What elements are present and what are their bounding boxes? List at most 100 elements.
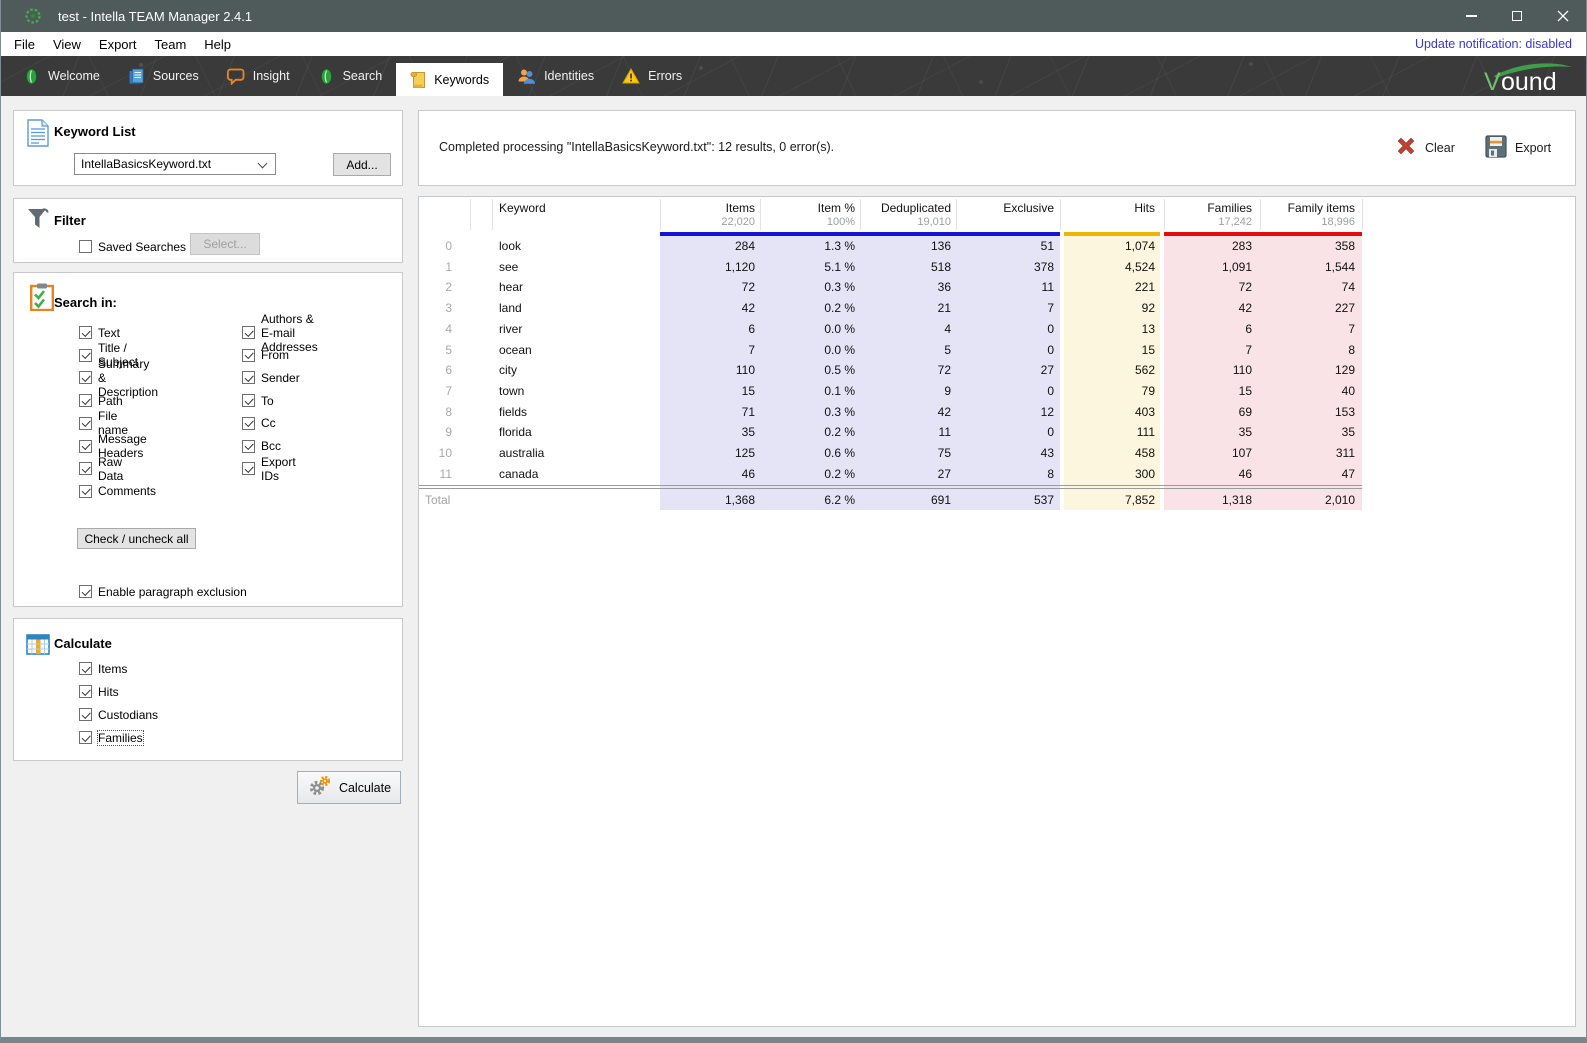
checkbox-box[interactable] <box>79 462 92 475</box>
checkbox-box[interactable] <box>79 240 92 253</box>
column-header-items[interactable]: Items22,020 <box>660 197 755 232</box>
column-header-hits[interactable]: Hits <box>1064 197 1155 232</box>
column-header-family-items[interactable]: Family items18,996 <box>1264 197 1355 232</box>
speech-bubble-icon <box>227 68 245 85</box>
checkbox-items[interactable]: Items <box>79 661 127 676</box>
checkbox-box[interactable] <box>79 326 92 339</box>
checkbox-box[interactable] <box>79 394 92 407</box>
checkbox-box[interactable] <box>242 462 255 475</box>
checkbox-box[interactable] <box>79 731 92 744</box>
checkbox-box[interactable] <box>79 708 92 721</box>
checkbox-message-headers[interactable]: Message Headers <box>79 439 147 454</box>
column-header-families[interactable]: Families17,242 <box>1164 197 1252 232</box>
checkbox-box[interactable] <box>242 371 255 384</box>
cell-value: 42 <box>1164 298 1252 319</box>
cell-value: 125 <box>660 443 755 464</box>
checkbox-box[interactable] <box>79 417 92 430</box>
column-header-item-pct[interactable]: Item %100% <box>760 197 855 232</box>
tab-identities[interactable]: Identities <box>503 56 608 96</box>
menu-team[interactable]: Team <box>145 37 195 52</box>
table-row[interactable]: 7town150.1 %90791540 <box>419 381 1362 402</box>
update-notification-link[interactable]: Update notification: disabled <box>1415 37 1586 51</box>
checkbox-export-ids[interactable]: Export IDs <box>242 461 296 476</box>
table-row[interactable]: 1see1,1205.1 %5183784,5241,0911,544 <box>419 257 1362 278</box>
tab-insight[interactable]: Insight <box>213 56 304 96</box>
table-row[interactable]: 5ocean70.0 %501578 <box>419 340 1362 361</box>
tab-errors[interactable]: Errors <box>608 56 696 96</box>
menu-view[interactable]: View <box>44 37 90 52</box>
column-header-deduplicated[interactable]: Deduplicated19,010 <box>860 197 951 232</box>
checkbox-label: Comments <box>98 484 156 498</box>
tab-search[interactable]: Search <box>304 56 397 96</box>
close-button[interactable] <box>1540 0 1586 32</box>
tab-keywords[interactable]: Keywords <box>396 63 503 96</box>
select-button[interactable]: Select... <box>190 233 260 255</box>
total-family-items: 2,010 <box>1264 490 1355 510</box>
check-uncheck-all-button[interactable]: Check / uncheck all <box>77 528 196 549</box>
export-action[interactable]: Export <box>1485 135 1551 161</box>
sources-icon <box>128 68 145 85</box>
clear-action[interactable]: Clear <box>1395 135 1455 160</box>
table-row[interactable]: 4river60.0 %401367 <box>419 319 1362 340</box>
table-row[interactable]: 8fields710.3 %421240369153 <box>419 402 1362 423</box>
table-row[interactable]: 0look2841.3 %136511,074283358 <box>419 236 1362 257</box>
column-header-exclusive[interactable]: Exclusive <box>960 197 1054 232</box>
checkbox-box[interactable] <box>79 371 92 384</box>
checkbox-box[interactable] <box>79 685 92 698</box>
paragraph-exclusion-checkbox[interactable]: Enable paragraph exclusion <box>79 584 247 599</box>
checkbox-text[interactable]: Text <box>79 325 120 340</box>
menu-file[interactable]: File <box>5 37 44 52</box>
keyword-file-dropdown[interactable]: IntellaBasicsKeyword.txt <box>74 153 276 175</box>
checkbox-summary-description[interactable]: Summary & Description <box>79 370 158 385</box>
checkbox-cc[interactable]: Cc <box>242 416 276 431</box>
checkbox-box[interactable] <box>79 485 92 498</box>
checkbox-box[interactable] <box>242 440 255 453</box>
checkbox-box[interactable] <box>79 585 92 598</box>
table-row[interactable]: 3land420.2 %2179242227 <box>419 298 1362 319</box>
row-index: 9 <box>419 422 452 443</box>
checkbox-box[interactable] <box>79 440 92 453</box>
checkbox-box[interactable] <box>242 326 255 339</box>
cell-value: 458 <box>1064 443 1155 464</box>
checkbox-from[interactable]: From <box>242 348 289 363</box>
cell-value: 92 <box>1064 298 1155 319</box>
checkbox-box[interactable] <box>242 349 255 362</box>
checkbox-comments[interactable]: Comments <box>79 484 156 499</box>
search-in-title: Search in: <box>54 295 117 310</box>
checkbox-box[interactable] <box>79 662 92 675</box>
tab-welcome[interactable]: Welcome <box>9 56 114 96</box>
column-header-keyword[interactable]: Keyword <box>499 197 649 232</box>
table-row[interactable]: 2hear720.3 %36112217274 <box>419 277 1362 298</box>
checkbox-box[interactable] <box>242 417 255 430</box>
table-row[interactable]: 11canada460.2 %2783004647 <box>419 464 1362 485</box>
checkbox-file-name[interactable]: File name <box>79 416 128 431</box>
checkbox-bcc[interactable]: Bcc <box>242 439 281 454</box>
table-row[interactable]: 9florida350.2 %1101113535 <box>419 422 1362 443</box>
checkbox-box[interactable] <box>242 394 255 407</box>
checkbox-sender[interactable]: Sender <box>242 370 300 385</box>
row-index: 6 <box>419 360 452 381</box>
table-row[interactable]: 10australia1250.6 %7543458107311 <box>419 443 1362 464</box>
table-row[interactable]: 6city1100.5 %7227562110129 <box>419 360 1362 381</box>
calculate-button-label: Calculate <box>339 781 391 795</box>
cell-value: 129 <box>1264 360 1355 381</box>
tab-sources[interactable]: Sources <box>114 56 213 96</box>
checkbox-authors-e-mail-addresses[interactable]: Authors & E-mail Addresses <box>242 325 318 340</box>
add-button[interactable]: Add... <box>333 153 391 176</box>
checkbox-path[interactable]: Path <box>79 393 123 408</box>
minimize-button[interactable] <box>1448 0 1494 32</box>
checkbox-to[interactable]: To <box>242 393 274 408</box>
checkbox-families[interactable]: Families <box>79 730 143 745</box>
menu-export[interactable]: Export <box>90 37 146 52</box>
menu-help[interactable]: Help <box>195 37 240 52</box>
row-index: 8 <box>419 402 452 423</box>
calculate-button[interactable]: Calculate <box>297 771 401 804</box>
saved-searches-checkbox[interactable]: Saved Searches <box>79 239 186 254</box>
minimize-icon <box>1466 15 1477 17</box>
checkbox-custodians[interactable]: Custodians <box>79 707 158 722</box>
checkbox-hits[interactable]: Hits <box>79 684 119 699</box>
checkbox-box[interactable] <box>79 349 92 362</box>
maximize-button[interactable] <box>1494 0 1540 32</box>
clipboard-check-icon <box>30 283 54 316</box>
checkbox-raw-data[interactable]: Raw Data <box>79 461 123 476</box>
